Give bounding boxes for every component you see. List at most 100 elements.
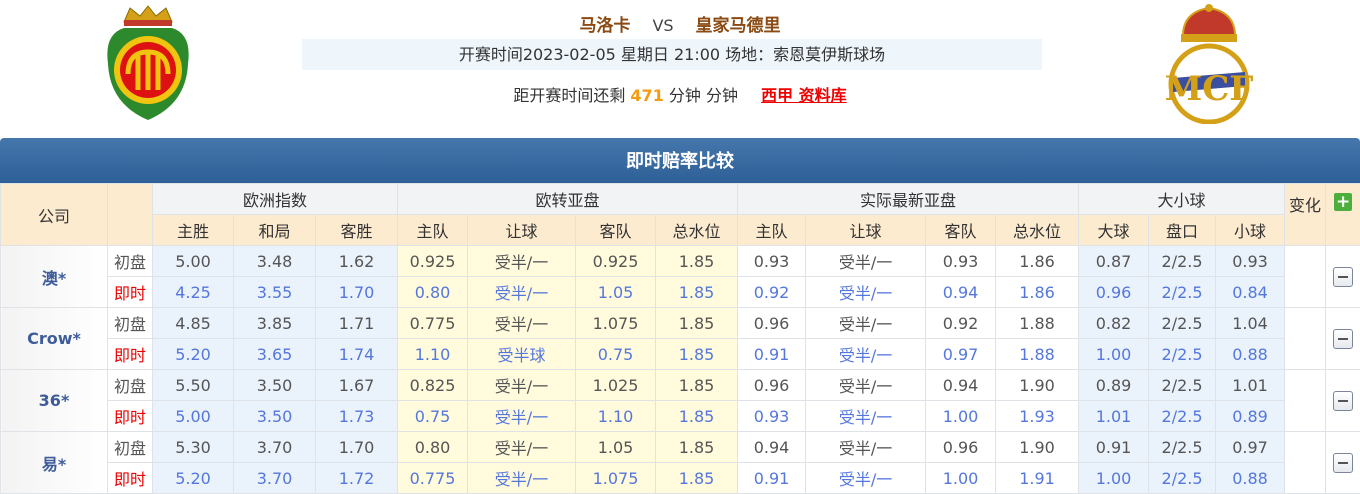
home-team-name[interactable]: 马洛卡 [579, 16, 630, 36]
table-row-live: 即时4.253.551.700.80受半/一1.051.850.92受半/一0.… [1, 277, 1360, 308]
company-name[interactable]: 澳* [1, 246, 108, 308]
odds-cell: 0.91 [1079, 432, 1149, 463]
change-cell [1285, 308, 1326, 370]
column-header: 客队 [926, 215, 996, 246]
odds-cell: 受半/一 [806, 246, 926, 277]
minus-icon[interactable] [1333, 391, 1353, 411]
odds-cell: 1.85 [656, 277, 738, 308]
odds-cell: 0.93 [738, 246, 806, 277]
table-row-live: 即时5.203.701.720.775受半/一1.0751.850.91受半/一… [1, 463, 1360, 494]
table-row-init: Crow*初盘4.853.851.710.775受半/一1.0751.850.9… [1, 308, 1360, 339]
odds-cell: 受半/一 [806, 370, 926, 401]
odds-cell: 受半/一 [468, 277, 576, 308]
minus-icon[interactable] [1333, 267, 1353, 287]
column-header: 主队 [738, 215, 806, 246]
column-header: 总水位 [656, 215, 738, 246]
column-header: 盘口 [1149, 215, 1216, 246]
odds-cell: 1.01 [1079, 401, 1149, 432]
odds-cell: 0.96 [1079, 277, 1149, 308]
row-label-init: 初盘 [108, 246, 153, 277]
odds-cell: 4.25 [153, 277, 234, 308]
odds-cell: 1.93 [996, 401, 1079, 432]
odds-cell: 1.85 [656, 401, 738, 432]
odds-cell: 1.85 [656, 339, 738, 370]
odds-cell: 1.04 [1216, 308, 1285, 339]
odds-cell: 3.50 [234, 370, 316, 401]
odds-cell: 5.00 [153, 401, 234, 432]
odds-cell: 2/2.5 [1149, 339, 1216, 370]
change-cell [1285, 370, 1326, 432]
column-header: 客队 [576, 215, 656, 246]
odds-cell: 5.00 [153, 246, 234, 277]
column-header: 和局 [234, 215, 316, 246]
collapse-button[interactable] [1326, 246, 1360, 308]
row-label-live: 即时 [108, 277, 153, 308]
odds-cell: 1.85 [656, 246, 738, 277]
away-team-name[interactable]: 皇家马德里 [696, 16, 781, 36]
collapse-button[interactable] [1326, 432, 1360, 494]
header-blank [108, 184, 153, 246]
odds-cell: 2/2.5 [1149, 401, 1216, 432]
change-cell [1285, 432, 1326, 494]
odds-cell: 0.97 [926, 339, 996, 370]
company-name[interactable]: Crow* [1, 308, 108, 370]
odds-cell: 3.48 [234, 246, 316, 277]
header-euro-to-asian: 欧转亚盘 [398, 184, 738, 215]
odds-cell: 0.97 [1216, 432, 1285, 463]
odds-cell: 1.85 [656, 308, 738, 339]
odds-cell: 1.88 [996, 308, 1079, 339]
odds-cell: 1.70 [316, 277, 398, 308]
odds-cell: 2/2.5 [1149, 277, 1216, 308]
odds-cell: 1.00 [1079, 339, 1149, 370]
odds-cell: 2/2.5 [1149, 432, 1216, 463]
odds-cell: 1.90 [996, 370, 1079, 401]
column-header: 主队 [398, 215, 468, 246]
plus-icon[interactable]: + [1334, 193, 1352, 211]
collapse-button[interactable] [1326, 370, 1360, 432]
header-latest-asian: 实际最新亚盘 [738, 184, 1079, 215]
league-database-link[interactable]: 西甲 资料库 [761, 86, 847, 105]
table-row-live: 即时5.003.501.730.75受半/一1.101.850.93受半/一1.… [1, 401, 1360, 432]
vs-label: VS [652, 16, 673, 35]
expand-all-button[interactable]: + [1326, 184, 1360, 246]
odds-cell: 1.85 [656, 370, 738, 401]
odds-cell: 0.96 [738, 308, 806, 339]
odds-cell: 2/2.5 [1149, 463, 1216, 494]
minus-icon[interactable] [1333, 329, 1353, 349]
table-row-init: 36*初盘5.503.501.670.825受半/一1.0251.850.96受… [1, 370, 1360, 401]
odds-cell: 1.72 [316, 463, 398, 494]
odds-cell: 1.62 [316, 246, 398, 277]
odds-cell: 1.86 [996, 277, 1079, 308]
odds-cell: 2/2.5 [1149, 246, 1216, 277]
header-over-under: 大小球 [1079, 184, 1285, 215]
countdown-minutes: 471 [630, 86, 663, 105]
odds-table: 公司 欧洲指数 欧转亚盘 实际最新亚盘 大小球 变化 + 主胜和局客胜主队让球客… [0, 183, 1360, 494]
odds-cell: 5.30 [153, 432, 234, 463]
company-name[interactable]: 36* [1, 370, 108, 432]
odds-cell: 4.85 [153, 308, 234, 339]
column-header: 让球 [806, 215, 926, 246]
odds-cell: 1.075 [576, 308, 656, 339]
odds-cell: 受半/一 [468, 432, 576, 463]
odds-cell: 5.20 [153, 339, 234, 370]
odds-cell: 1.05 [576, 277, 656, 308]
countdown-prefix: 距开赛时间还剩 [513, 86, 625, 105]
match-info: 开赛时间2023-02-05 星期日 21:00 场地：索恩莫伊斯球场 [302, 39, 1042, 70]
odds-cell: 1.71 [316, 308, 398, 339]
match-title: 马洛卡 VS 皇家马德里 [0, 11, 1360, 36]
odds-cell: 0.80 [398, 432, 468, 463]
collapse-button[interactable] [1326, 308, 1360, 370]
company-name[interactable]: 易* [1, 432, 108, 494]
column-header: 客胜 [316, 215, 398, 246]
odds-cell: 0.825 [398, 370, 468, 401]
odds-cell: 1.90 [996, 432, 1079, 463]
odds-cell: 受半/一 [468, 463, 576, 494]
odds-cell: 1.73 [316, 401, 398, 432]
odds-cell: 0.80 [398, 277, 468, 308]
minus-icon[interactable] [1333, 453, 1353, 473]
odds-cell: 0.94 [926, 370, 996, 401]
table-row-init: 易*初盘5.303.701.700.80受半/一1.051.850.94受半/一… [1, 432, 1360, 463]
odds-cell: 0.82 [1079, 308, 1149, 339]
odds-cell: 0.75 [398, 401, 468, 432]
odds-cell: 受半/一 [806, 401, 926, 432]
